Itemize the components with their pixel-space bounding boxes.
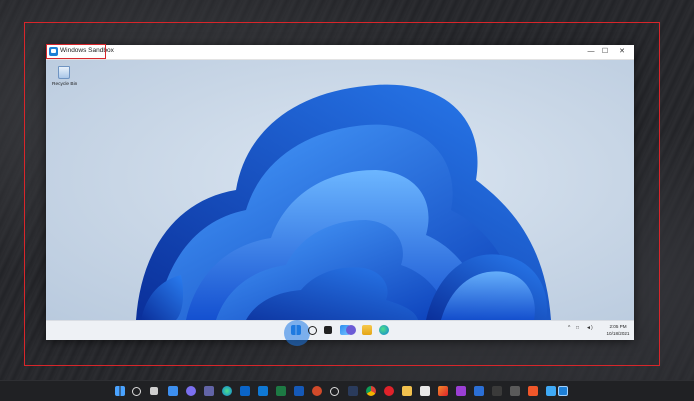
host-start-icon[interactable] <box>115 386 125 396</box>
recycle-bin-label: Recycle Bin <box>52 82 78 87</box>
host-outlook-icon[interactable] <box>258 386 268 396</box>
host-powerpoint-icon[interactable] <box>294 386 304 396</box>
volume-icon[interactable]: ◄) <box>586 325 593 331</box>
host-widgets-icon[interactable] <box>168 386 178 396</box>
start-icon[interactable] <box>291 325 301 335</box>
edge-icon[interactable] <box>379 325 389 335</box>
sandbox-window[interactable]: Windows Sandbox — ☐ ✕ Recycle Bin ^ □ ◄)… <box>46 44 634 346</box>
network-icon[interactable]: □ <box>576 325 579 331</box>
chat-bubble-icon[interactable] <box>346 325 356 335</box>
host-edge-icon[interactable] <box>222 386 232 396</box>
file-explorer-icon[interactable] <box>362 325 372 335</box>
taskbar-clock[interactable]: 2:05 PM 10/18/2021 <box>604 323 632 337</box>
window-titlebar[interactable]: Windows Sandbox — ☐ ✕ <box>46 44 634 60</box>
host-brave-icon[interactable] <box>528 386 538 396</box>
host-snipping-icon[interactable] <box>330 387 339 396</box>
guest-desktop: Recycle Bin <box>46 60 634 320</box>
host-mail-icon[interactable] <box>240 386 250 396</box>
host-store-icon[interactable] <box>546 386 556 396</box>
tray-chevron[interactable]: ^ <box>568 325 570 331</box>
host-terminal-icon[interactable] <box>474 386 484 396</box>
search-icon[interactable] <box>308 326 317 335</box>
host-chat-icon[interactable] <box>186 386 196 396</box>
host-app4-icon[interactable] <box>510 386 520 396</box>
host-teams-icon[interactable] <box>204 386 214 396</box>
title-highlight-box <box>46 44 106 59</box>
clock-time: 2:05 PM <box>609 324 627 329</box>
recycle-bin-icon <box>58 66 70 79</box>
host-search-icon[interactable] <box>132 387 141 396</box>
host-chrome-icon[interactable] <box>366 386 376 396</box>
host-app2-icon[interactable] <box>456 386 466 396</box>
host-notepad-icon[interactable] <box>420 386 430 396</box>
host-taskbar <box>0 380 694 401</box>
task-view-icon[interactable] <box>324 326 332 334</box>
host-paint-icon[interactable] <box>438 386 448 396</box>
windows-bloom-wallpaper <box>136 84 551 320</box>
minimize-button[interactable]: — <box>584 46 598 58</box>
maximize-button[interactable]: ☐ <box>598 46 612 58</box>
host-sandbox-icon[interactable] <box>558 386 568 396</box>
clock-date: 10/18/2021 <box>606 331 630 336</box>
guest-taskbar: ^ □ ◄) 2:05 PM 10/18/2021 <box>46 320 634 346</box>
host-task-view-icon[interactable] <box>150 387 158 395</box>
host-app-icon[interactable] <box>348 386 358 396</box>
host-excel-icon[interactable] <box>276 386 286 396</box>
host-opera-icon[interactable] <box>384 386 394 396</box>
host-onenote-icon[interactable] <box>312 386 322 396</box>
recycle-bin-shortcut[interactable]: Recycle Bin <box>52 66 78 87</box>
host-app3-icon[interactable] <box>492 386 502 396</box>
close-button[interactable]: ✕ <box>615 46 629 58</box>
host-file-explorer-icon[interactable] <box>402 386 412 396</box>
